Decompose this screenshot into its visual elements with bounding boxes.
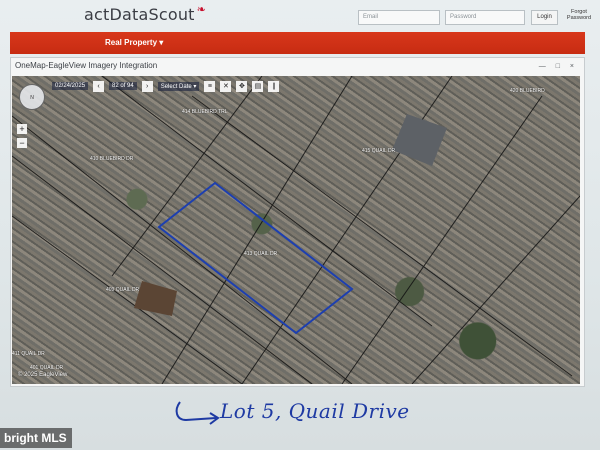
parcel-label: 410 BLUEBIRD DR bbox=[90, 156, 134, 162]
window-controls[interactable]: — □ × bbox=[539, 63, 578, 70]
map-toolbar: 02/24/2025 ‹ 82 of 94 › Select Date ▾ ≡ … bbox=[52, 80, 280, 92]
aerial-map[interactable]: N + − 02/24/2025 ‹ 82 of 94 › Select Dat… bbox=[12, 76, 580, 384]
print-icon[interactable]: ▤ bbox=[252, 80, 264, 92]
parcel-line bbox=[411, 195, 580, 384]
lot-boundary[interactable] bbox=[157, 181, 354, 335]
select-date-dropdown[interactable]: Select Date ▾ bbox=[157, 81, 200, 91]
nav-bar: Real Property ▾ bbox=[10, 32, 585, 54]
prev-icon[interactable]: ‹ bbox=[93, 80, 105, 92]
parcel-line bbox=[12, 215, 243, 384]
frame-counter: 82 of 94 bbox=[109, 82, 137, 90]
pause-icon[interactable]: ∥ bbox=[268, 80, 280, 92]
parcel-label: 411 QUAIL DR bbox=[12, 351, 45, 357]
logo-text: actDataScout bbox=[84, 5, 195, 24]
login-button[interactable]: Login bbox=[531, 10, 558, 25]
nav-real-property[interactable]: Real Property ▾ bbox=[105, 38, 163, 47]
parcel-label: 409 QUAIL DR bbox=[106, 287, 140, 293]
layers-icon[interactable]: ≡ bbox=[204, 80, 216, 92]
window-title: OneMap-EagleView Imagery Integration bbox=[15, 61, 158, 70]
parcel-line bbox=[191, 95, 573, 377]
imagery-date: 02/24/2025 bbox=[52, 82, 89, 90]
parcel-line bbox=[161, 76, 353, 384]
logo-swoosh-icon: ❧ bbox=[196, 3, 207, 16]
mls-watermark: bright MLS bbox=[0, 428, 72, 448]
parcel-label: 401 QUAIL DR bbox=[30, 365, 64, 371]
compass-icon[interactable]: N bbox=[19, 84, 45, 110]
parcel-label: 414 BLUEBIRD TRL bbox=[182, 109, 228, 115]
parcel-line bbox=[111, 76, 263, 277]
next-icon[interactable]: › bbox=[141, 80, 153, 92]
zoom-in-icon[interactable]: + bbox=[17, 124, 27, 134]
handwritten-annotation: Lot 5, Quail Drive bbox=[170, 390, 490, 440]
parcel-label: 420 BLUEBIRD bbox=[510, 88, 545, 94]
lot-annotation-text: Lot 5, Quail Drive bbox=[220, 399, 410, 423]
parcel-line bbox=[12, 155, 313, 384]
photo-of-screen: actDataScout ❧ Email Password Login Forgo… bbox=[0, 0, 600, 450]
parcel-label: 413 QUAIL DR bbox=[244, 251, 278, 257]
zoom-out-icon[interactable]: − bbox=[17, 138, 27, 148]
site-header: actDataScout ❧ Email Password Login Forgo… bbox=[0, 0, 600, 32]
forgot-password-link[interactable]: Forgot Password bbox=[563, 9, 595, 21]
actdatascout-logo[interactable]: actDataScout ❧ bbox=[84, 3, 207, 24]
password-field[interactable]: Password bbox=[445, 10, 525, 25]
measure-tools-icon[interactable]: ✕ bbox=[220, 80, 232, 92]
eagleview-copyright: © 2025 EagleView bbox=[18, 372, 68, 378]
pan-icon[interactable]: ✥ bbox=[236, 80, 248, 92]
parcel-label: 415 QUAIL DR bbox=[362, 148, 396, 154]
house-roof bbox=[134, 114, 447, 316]
email-field[interactable]: Email bbox=[358, 10, 440, 25]
parcel-lines bbox=[12, 76, 580, 384]
